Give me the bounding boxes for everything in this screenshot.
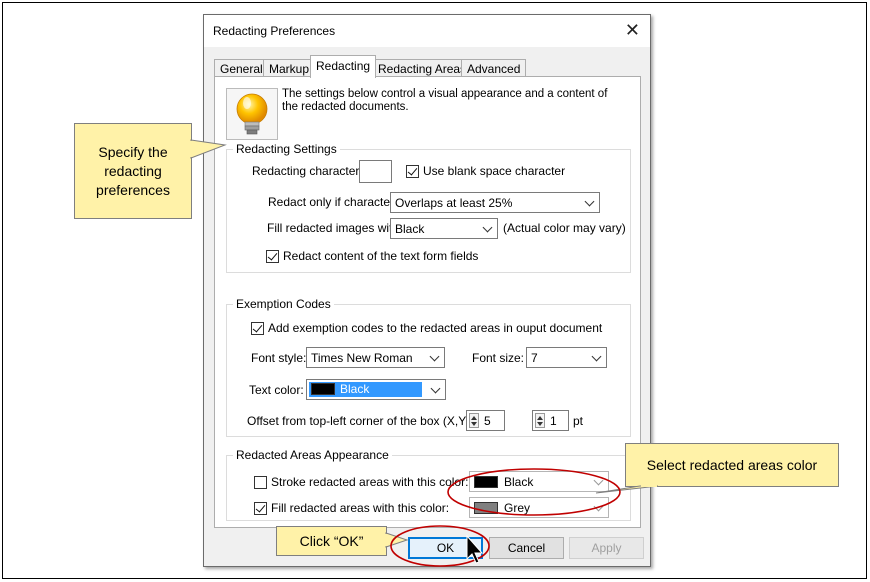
callout-pointer	[385, 532, 409, 548]
callout-pointer	[190, 139, 227, 159]
highlight-ring-fill-color	[447, 468, 621, 516]
tab-redacting[interactable]: Redacting	[310, 55, 377, 78]
annotation-overlay	[190, 139, 659, 567]
callout-pointer	[595, 485, 659, 494]
mouse-cursor-icon	[466, 534, 484, 564]
